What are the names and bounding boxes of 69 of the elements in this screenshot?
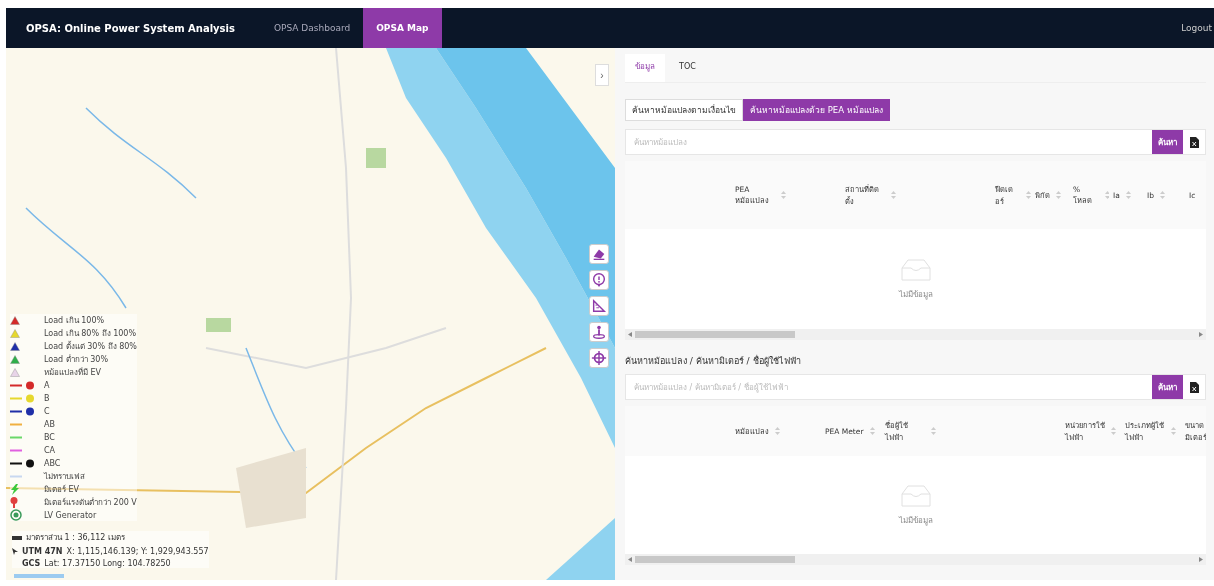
sort-icon [1125,191,1131,199]
cursor-icon [12,548,18,555]
sort-icon [891,191,896,199]
scroll-left-icon[interactable] [628,557,632,562]
legend-label: LV Generator [44,510,97,520]
legend-label: Load เกิน 80% ถึง 100% [44,327,136,340]
scroll-right-icon[interactable] [1199,557,1203,562]
legend-label: CA [44,445,56,455]
scroll-left-icon[interactable] [628,332,632,337]
info-pin-icon [591,272,607,288]
sort-icon [1160,191,1165,199]
sort-icon [1104,191,1109,199]
app-title: OPSA: Online Power System Analysis [25,22,236,34]
sort-icon [1056,191,1061,199]
sort-icon [931,427,936,435]
map-tool-button[interactable] [589,348,609,368]
nav-tab[interactable]: OPSA Dashboard [260,8,364,48]
scroll-right-icon[interactable] [1199,332,1203,337]
person-marker-icon [591,324,607,340]
legend-label: BC [44,432,55,442]
collapse-button[interactable]: › [595,64,609,86]
search-button[interactable]: ค้นหา [1152,375,1183,399]
map-tool-button[interactable] [589,296,609,316]
excel-export-icon[interactable] [1189,136,1199,148]
search-button[interactable]: ค้นหา [1152,130,1183,154]
legend-label: ไม่ทราบเฟส [44,470,85,483]
scale-bar [14,574,64,578]
legend-label: หม้อแปลงที่มี EV [44,366,102,379]
ruler-icon [591,298,607,314]
empty-message: ไม่มีข้อมูล [898,288,933,301]
empty-message: ไม่มีข้อมูล [898,514,933,527]
excel-export-icon[interactable] [1189,381,1199,393]
map-tool-button[interactable] [589,270,609,290]
legend-label: มิเตอร์แรงดันต่ำกว่า 200 V [44,496,137,509]
legend-label: ABC [44,458,61,468]
sort-icon [781,191,786,199]
section-title: ค้นหาหม้อแปลง / ค้นหามิเตอร์ / ชื่อผู้ใช้ไฟฟ้า [625,354,802,368]
search-field[interactable]: ค้นหาหม้อแปลง / ค้นหามิเตอร์ / ชื่อผู้ใช้ไฟฟ้า ค้นหา [625,374,1206,400]
coordinate-value: X: 1,115,146.139; Y: 1,929,943.557 [66,547,209,556]
search-field[interactable]: ค้นหาหม้อแปลง ค้นหา [625,129,1206,155]
map-tool-button[interactable] [589,244,609,264]
map-scale-text: มาตราส่วน 1 : 36,112 เมตร [26,532,125,544]
coordinate-label: UTM 47N [22,547,63,556]
coordinate-label: GCS [22,559,41,568]
sort-icon [1111,427,1116,435]
sort-icon [775,427,780,435]
legend-label: มิเตอร์ EV [44,483,80,496]
panel-tab[interactable]: TOC [669,54,706,82]
coordinate-value: Lat: 17.37150 Long: 104.78250 [44,559,171,568]
horizontal-scrollbar[interactable] [625,554,1206,565]
legend-label: Load ตั้งแต่ 30% ถึง 80% [44,340,137,353]
sort-icon [869,427,875,435]
sort-icon [1171,427,1176,435]
legend-label: C [44,406,50,416]
logout-link[interactable]: Logout [1168,23,1214,33]
scale-icon [12,535,22,540]
legend-label: Load เกิน 100% [44,314,105,327]
legend-label: B [44,393,50,403]
search-mode-tab[interactable]: ค้นหาหม้อแปลงด้วย PEA หม้อแปลง [743,99,890,121]
horizontal-scrollbar[interactable] [625,329,1206,340]
panel-tab[interactable]: ข้อมูล [625,54,665,82]
legend-label: A [44,380,50,390]
nav-tab[interactable]: OPSA Map [363,8,442,48]
map-tool-button[interactable] [589,322,609,342]
crosshair-icon [591,350,607,366]
legend-label: AB [44,419,55,429]
sort-icon [1026,191,1031,199]
legend-label: Load ต่ำกว่า 30% [44,353,109,366]
search-mode-tab[interactable]: ค้นหาหม้อแปลงตามเงื่อนไข [625,99,743,121]
